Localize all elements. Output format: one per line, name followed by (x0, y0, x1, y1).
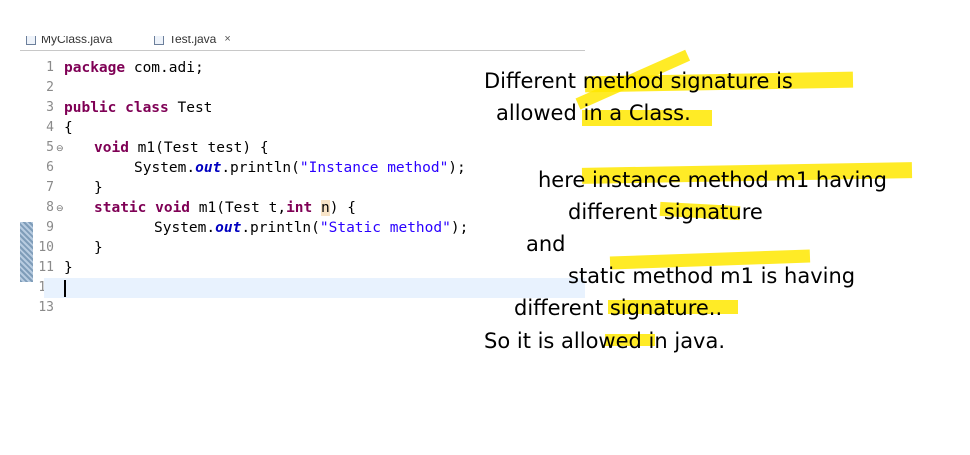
code-line-6: System.out.println("Instance method"); (134, 158, 466, 178)
code-text: .println( (241, 220, 320, 236)
code-line-11: } (64, 258, 73, 278)
line-number: 4 (46, 120, 54, 135)
tab-label: Test.java (169, 36, 217, 46)
code-text: m1(Test t, (190, 200, 287, 216)
code-text: } (94, 240, 103, 256)
line-number: 10 (38, 240, 54, 255)
annotation-line-4: different signature (568, 200, 763, 224)
line-number: 9 (46, 220, 54, 235)
line-number: 6 (46, 160, 54, 175)
keyword: static void (94, 200, 191, 216)
code-text: { (64, 120, 73, 136)
static-field: out (215, 220, 242, 236)
line-number: 1 (46, 60, 54, 75)
keyword: int (286, 200, 313, 216)
string-literal: "Instance method" (299, 160, 449, 176)
code-text: .println( (221, 160, 300, 176)
java-file-icon (154, 36, 164, 45)
code-text: System. (134, 160, 196, 176)
annotation-line-5: and (526, 232, 566, 256)
code-text: System. (154, 220, 216, 236)
line-number: 5 (46, 140, 54, 155)
annotation-line-7: different signature.. (514, 296, 723, 320)
code-line-7: } (94, 178, 103, 198)
line-number: 11 (38, 260, 54, 275)
code-text: } (64, 260, 73, 276)
line-number: 13 (38, 300, 54, 315)
code-text: Test (168, 100, 213, 116)
code-line-10: } (94, 238, 103, 258)
tab-myclass-java[interactable]: MyClass.java (26, 36, 112, 48)
annotation-line-1: Different method signature is (484, 69, 793, 93)
line-number: 7 (46, 180, 54, 195)
annotation-line-2: allowed in a Class. (496, 101, 691, 125)
code-text: ) { (329, 200, 356, 216)
code-text: } (94, 180, 103, 196)
code-text: ); (450, 220, 469, 236)
highlighted-variable: n (321, 200, 330, 216)
line-number: 2 (46, 80, 54, 95)
tab-label: MyClass.java (41, 36, 113, 46)
java-file-icon (26, 36, 36, 45)
code-line-3: public class Test (64, 98, 212, 118)
code-area[interactable]: package com.adi; public class Test { voi… (44, 58, 585, 328)
annotation-line-6: static method m1 is having (568, 264, 856, 288)
code-line-4: { (64, 118, 73, 138)
tab-test-java[interactable]: Test.java × (154, 36, 231, 48)
static-field: out (195, 160, 222, 176)
line-number: 8 (46, 200, 54, 215)
editor-tab-bar: MyClass.java Test.java × (20, 36, 585, 51)
string-literal: "Static method" (319, 220, 451, 236)
code-text: m1(Test test) { (128, 140, 269, 156)
close-icon[interactable]: × (224, 36, 230, 45)
code-line-8: static void m1(Test t,int n) { (94, 198, 356, 218)
keyword: public class (64, 100, 169, 116)
fold-collapse-icon[interactable]: ⊖ (56, 198, 64, 218)
annotation-line-3: here instance method m1 having (538, 168, 887, 192)
line-number: 3 (46, 100, 54, 115)
code-line-9: System.out.println("Static method"); (154, 218, 468, 238)
keyword: void (94, 140, 129, 156)
code-text: ); (448, 160, 466, 176)
code-line-5: void m1(Test test) { (94, 138, 269, 158)
annotation-line-8: So it is allowed in java. (484, 329, 726, 353)
code-text: com.adi; (125, 60, 204, 76)
text-cursor (64, 279, 66, 297)
fold-collapse-icon[interactable]: ⊖ (56, 138, 64, 158)
code-line-12-current[interactable] (44, 278, 585, 298)
code-line-1: package com.adi; (64, 58, 204, 78)
keyword: package (64, 60, 126, 76)
